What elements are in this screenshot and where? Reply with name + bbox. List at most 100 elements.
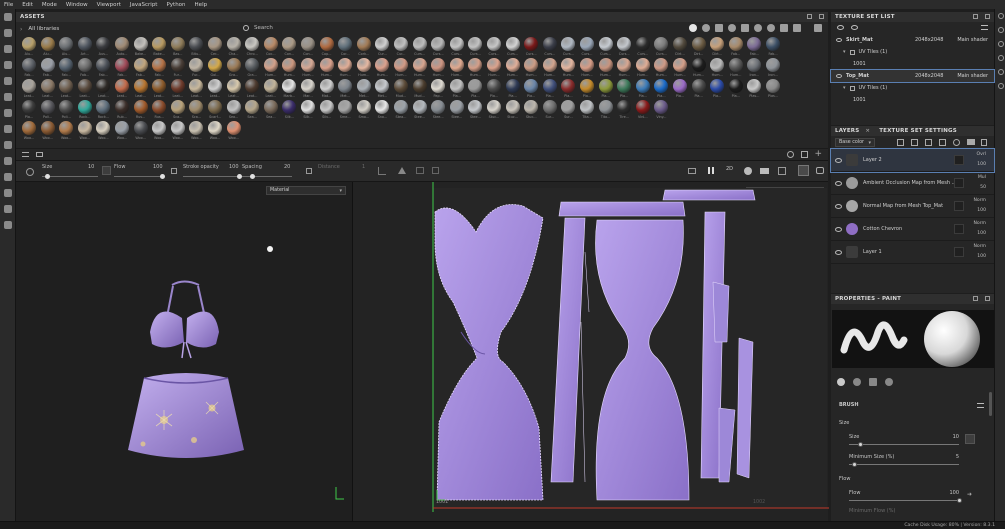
material-swatch[interactable] — [412, 58, 427, 72]
material-swatch[interactable] — [412, 79, 427, 93]
material-swatch[interactable] — [133, 79, 148, 93]
material-swatch[interactable] — [766, 58, 780, 72]
screenshot-icon[interactable] — [816, 167, 824, 174]
material-swatch[interactable] — [59, 100, 74, 114]
minimum-size-slider-handle[interactable] — [852, 462, 857, 467]
material-swatch[interactable] — [133, 58, 148, 72]
chevron-right-icon[interactable]: › — [20, 26, 22, 33]
layer-opacity[interactable]: 50 — [980, 185, 986, 190]
material-swatch[interactable] — [59, 58, 74, 72]
material-swatch[interactable] — [170, 121, 185, 135]
color-picker-icon[interactable] — [0, 105, 16, 121]
history-icon[interactable] — [0, 217, 16, 233]
material-swatch[interactable] — [245, 37, 260, 51]
library-selector[interactable]: All libraries — [28, 26, 59, 32]
material-swatch[interactable] — [542, 79, 557, 93]
material-swatch[interactable] — [282, 100, 297, 114]
material-swatch[interactable] — [654, 58, 669, 72]
material-swatch[interactable] — [189, 37, 204, 51]
material-swatch[interactable] — [431, 100, 446, 114]
brush-size-slider-handle[interactable] — [857, 442, 863, 447]
layer-blend-mode[interactable]: Norm — [973, 221, 986, 226]
texture-set-row-top-mat[interactable]: Top_Mat 2048x2048 Main shader — [830, 69, 995, 83]
minimum-size-slider[interactable] — [849, 464, 959, 465]
eye-icon[interactable] — [835, 157, 842, 163]
stroke-opacity-slider-handle[interactable] — [236, 174, 242, 179]
material-swatch[interactable] — [728, 79, 743, 93]
material-swatch[interactable] — [245, 58, 260, 72]
material-swatch[interactable] — [580, 58, 594, 72]
material-swatch[interactable] — [431, 58, 446, 72]
texture-set-shader[interactable]: Main shader — [957, 37, 988, 43]
filter-brushes-icon[interactable] — [741, 24, 749, 32]
material-swatch[interactable] — [747, 79, 762, 93]
bake-icon[interactable] — [0, 137, 16, 153]
material-swatch[interactable] — [617, 79, 632, 93]
grid-view-icon[interactable] — [814, 24, 822, 32]
grid-small-icon[interactable] — [36, 152, 43, 157]
symmetry-plane-icon[interactable] — [416, 167, 424, 174]
material-swatch[interactable] — [59, 37, 74, 51]
material-swatch[interactable] — [115, 79, 129, 93]
material-swatch[interactable] — [356, 100, 371, 114]
material-swatch[interactable] — [635, 58, 650, 72]
shelf-dock-icon[interactable] — [995, 79, 1005, 93]
material-swatch[interactable] — [208, 121, 222, 135]
material-swatch[interactable] — [394, 37, 408, 51]
material-swatch[interactable] — [96, 100, 111, 114]
log-icon[interactable] — [0, 201, 16, 217]
material-swatch[interactable] — [115, 58, 129, 72]
material-swatch[interactable] — [96, 121, 111, 135]
delete-layer-icon[interactable] — [981, 139, 987, 146]
material-swatch[interactable] — [22, 100, 36, 114]
material-swatch[interactable] — [40, 58, 55, 72]
material-swatch[interactable] — [245, 100, 260, 114]
material-swatch[interactable] — [319, 37, 334, 51]
smudge-tool-icon[interactable] — [0, 73, 16, 89]
eye-icon[interactable] — [836, 38, 842, 42]
eraser-tool-icon[interactable] — [0, 25, 16, 41]
material-swatch[interactable] — [226, 79, 241, 93]
filter-smart-materials-icon[interactable] — [702, 24, 710, 32]
material-swatch[interactable] — [226, 121, 241, 135]
material-swatch[interactable] — [468, 37, 483, 51]
material-swatch[interactable] — [115, 100, 129, 114]
layer-mask-slot[interactable] — [954, 155, 964, 165]
layers-dock-icon[interactable] — [995, 23, 1005, 37]
layer-name[interactable]: Ambient Occlusion Map from Mesh ... — [863, 180, 956, 186]
material-swatch[interactable] — [338, 79, 353, 93]
material-swatch[interactable] — [580, 79, 594, 93]
stencil-tab-icon[interactable] — [869, 378, 877, 386]
export-icon[interactable] — [0, 153, 16, 169]
material-swatch[interactable] — [375, 58, 390, 72]
material-swatch[interactable] — [170, 58, 185, 72]
eye-icon[interactable] — [835, 226, 842, 232]
material-swatch[interactable] — [282, 37, 297, 51]
symmetry-icon[interactable] — [378, 167, 386, 175]
history-dock-icon[interactable] — [995, 51, 1005, 65]
flow-slider[interactable] — [114, 176, 162, 177]
close-icon[interactable] — [985, 296, 990, 301]
preset-menu-icon[interactable] — [977, 403, 984, 408]
material-swatch[interactable] — [40, 121, 55, 135]
material-swatch[interactable] — [673, 37, 687, 51]
texture-set-row-skirt-mat[interactable]: Skirt_Mat 2048x2048 Main shader — [831, 34, 994, 46]
material-swatch[interactable] — [263, 37, 278, 51]
material-swatch[interactable] — [77, 37, 92, 51]
layer-mask-slot[interactable] — [954, 178, 964, 188]
material-swatch[interactable] — [654, 100, 669, 114]
view-mode-2d3d-icon[interactable]: 2D — [726, 166, 733, 172]
shader-settings-icon[interactable] — [0, 185, 16, 201]
polygon-fill-icon[interactable] — [0, 121, 16, 137]
material-swatch[interactable] — [226, 58, 241, 72]
material-swatch[interactable] — [375, 100, 390, 114]
paint-tool-icon[interactable] — [0, 9, 16, 25]
layer-blend-mode[interactable]: Norm — [973, 198, 986, 203]
filter-filters-icon[interactable] — [780, 24, 788, 32]
material-swatch[interactable] — [487, 37, 501, 51]
material-swatch[interactable] — [152, 79, 167, 93]
material-swatch[interactable] — [710, 79, 725, 93]
material-swatch[interactable] — [189, 100, 204, 114]
material-swatch[interactable] — [654, 37, 669, 51]
list-view-icon[interactable] — [22, 152, 29, 157]
